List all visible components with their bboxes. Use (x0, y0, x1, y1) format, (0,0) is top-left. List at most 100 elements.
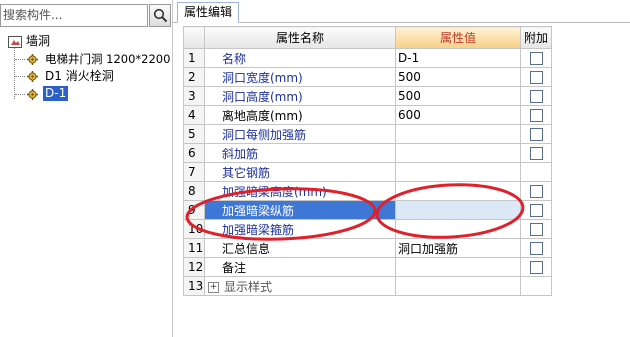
property-value[interactable] (395, 276, 521, 296)
property-name[interactable]: 洞口每侧加强筋 (204, 124, 396, 144)
table-row[interactable]: 10 加强暗梁箍筋 (183, 219, 552, 239)
tree-connector (14, 48, 15, 99)
extra-cell[interactable] (520, 124, 552, 144)
column-header-name[interactable]: 属性名称 (204, 26, 396, 49)
table-row[interactable]: 5 洞口每侧加强筋 (183, 124, 552, 144)
extra-cell[interactable] (520, 48, 552, 68)
tab-property-edit[interactable]: 属性编辑 (177, 2, 240, 23)
row-number: 13 (183, 276, 205, 296)
extra-cell[interactable] (520, 105, 552, 125)
row-number: 6 (183, 143, 205, 163)
extra-cell[interactable] (520, 181, 552, 201)
table-row[interactable]: 6 斜加筋 (183, 143, 552, 163)
property-name[interactable]: 名称 (204, 48, 396, 68)
tree-item-label: 电梯井门洞 1200*2200 (45, 52, 171, 66)
table-row[interactable]: 12 备注 (183, 257, 552, 277)
property-name[interactable]: + 显示样式 (204, 276, 396, 296)
row-number: 4 (183, 105, 205, 125)
row-number: 3 (183, 86, 205, 106)
extra-checkbox[interactable] (529, 185, 543, 198)
property-value[interactable]: D-1 (395, 48, 521, 68)
table-row[interactable]: 2 洞口宽度(mm) 500 (183, 67, 552, 87)
row-number: 8 (183, 181, 205, 201)
extra-cell[interactable] (520, 200, 552, 220)
property-value[interactable] (395, 219, 521, 239)
extra-checkbox[interactable] (529, 128, 543, 141)
extra-checkbox[interactable] (529, 242, 543, 255)
property-name[interactable]: 汇总信息 (204, 238, 396, 258)
folder-icon (8, 36, 22, 48)
property-value[interactable]: 500 (395, 67, 521, 87)
extra-cell[interactable] (520, 86, 552, 106)
tree-item-label: D1 消火栓洞 (45, 69, 114, 83)
row-number: 9 (183, 200, 205, 220)
table-row[interactable]: 13 + 显示样式 (183, 276, 552, 296)
extra-cell[interactable] (520, 162, 552, 182)
extra-checkbox[interactable] (529, 52, 543, 65)
table-row[interactable]: 8 加强暗梁高度(mm) (183, 181, 552, 201)
extra-cell[interactable] (520, 143, 552, 163)
extra-checkbox[interactable] (529, 204, 543, 217)
extra-cell[interactable] (520, 257, 552, 277)
search-button[interactable] (149, 4, 171, 27)
property-value[interactable]: 600 (395, 105, 521, 125)
gear-icon (27, 88, 38, 100)
property-value[interactable] (395, 257, 521, 277)
extra-checkbox[interactable] (529, 71, 543, 84)
row-number-header (183, 26, 205, 49)
property-value[interactable] (395, 181, 521, 201)
row-number: 7 (183, 162, 205, 182)
extra-checkbox[interactable] (529, 261, 543, 274)
table-row-selected[interactable]: 9 加强暗梁纵筋 (183, 200, 552, 220)
property-name[interactable]: 加强暗梁高度(mm) (204, 181, 396, 201)
extra-checkbox[interactable] (529, 223, 543, 236)
search-input[interactable]: 搜索构件... (0, 4, 148, 27)
row-number: 11 (183, 238, 205, 258)
table-row[interactable]: 4 离地高度(mm) 600 (183, 105, 552, 125)
extra-cell[interactable] (520, 238, 552, 258)
property-name[interactable]: 斜加筋 (204, 143, 396, 163)
property-value[interactable]: 洞口加强筋 (395, 238, 521, 258)
table-row[interactable]: 1 名称 D-1 (183, 48, 552, 68)
extra-cell[interactable] (520, 276, 552, 296)
tree-connector (15, 94, 25, 95)
component-tree-panel: 搜索构件... 墙洞 电梯井门洞 1200*2200 D1 消火栓洞 D-1 (0, 0, 173, 337)
extra-checkbox[interactable] (529, 147, 543, 160)
column-header-value[interactable]: 属性值 (395, 26, 521, 49)
extra-checkbox[interactable] (529, 109, 543, 122)
column-header-extra[interactable]: 附加 (520, 26, 552, 49)
tree-connector (15, 59, 25, 60)
property-value[interactable]: 500 (395, 86, 521, 106)
property-name[interactable]: 离地高度(mm) (204, 105, 396, 125)
property-value[interactable] (395, 162, 521, 182)
table-row[interactable]: 3 洞口高度(mm) 500 (183, 86, 552, 106)
extra-cell[interactable] (520, 219, 552, 239)
property-name[interactable]: 备注 (204, 257, 396, 277)
table-row[interactable]: 11 汇总信息 洞口加强筋 (183, 238, 552, 258)
row-number: 12 (183, 257, 205, 277)
property-value[interactable] (395, 143, 521, 163)
property-name[interactable]: 其它钢筋 (204, 162, 396, 182)
table-row[interactable]: 7 其它钢筋 (183, 162, 552, 182)
tab-bar: 属性编辑 (173, 0, 630, 23)
property-value[interactable] (395, 200, 521, 220)
property-name[interactable]: 加强暗梁纵筋 (204, 200, 396, 220)
extra-checkbox[interactable] (529, 90, 543, 103)
row-number: 5 (183, 124, 205, 144)
row-number: 10 (183, 219, 205, 239)
property-name[interactable]: 加强暗梁箍筋 (204, 219, 396, 239)
gear-icon (27, 70, 38, 82)
property-name-label: 显示样式 (224, 279, 273, 294)
row-number: 1 (183, 48, 205, 68)
property-name[interactable]: 洞口宽度(mm) (204, 67, 396, 87)
tree-node-label: 墙洞 (26, 34, 51, 48)
property-grid: 属性名称 属性值 附加 1 名称 D-1 2 洞口宽度(mm) 500 3 洞口… (183, 26, 552, 296)
gear-icon (27, 53, 38, 65)
tree-item-label: D-1 (43, 86, 69, 101)
property-value[interactable] (395, 124, 521, 144)
extra-cell[interactable] (520, 67, 552, 87)
row-number: 2 (183, 67, 205, 87)
property-editor-panel: 属性编辑 属性名称 属性值 附加 1 名称 D-1 2 洞口宽度(mm) 500… (173, 0, 630, 337)
property-name[interactable]: 洞口高度(mm) (204, 86, 396, 106)
plus-expander-icon[interactable]: + (208, 281, 219, 293)
